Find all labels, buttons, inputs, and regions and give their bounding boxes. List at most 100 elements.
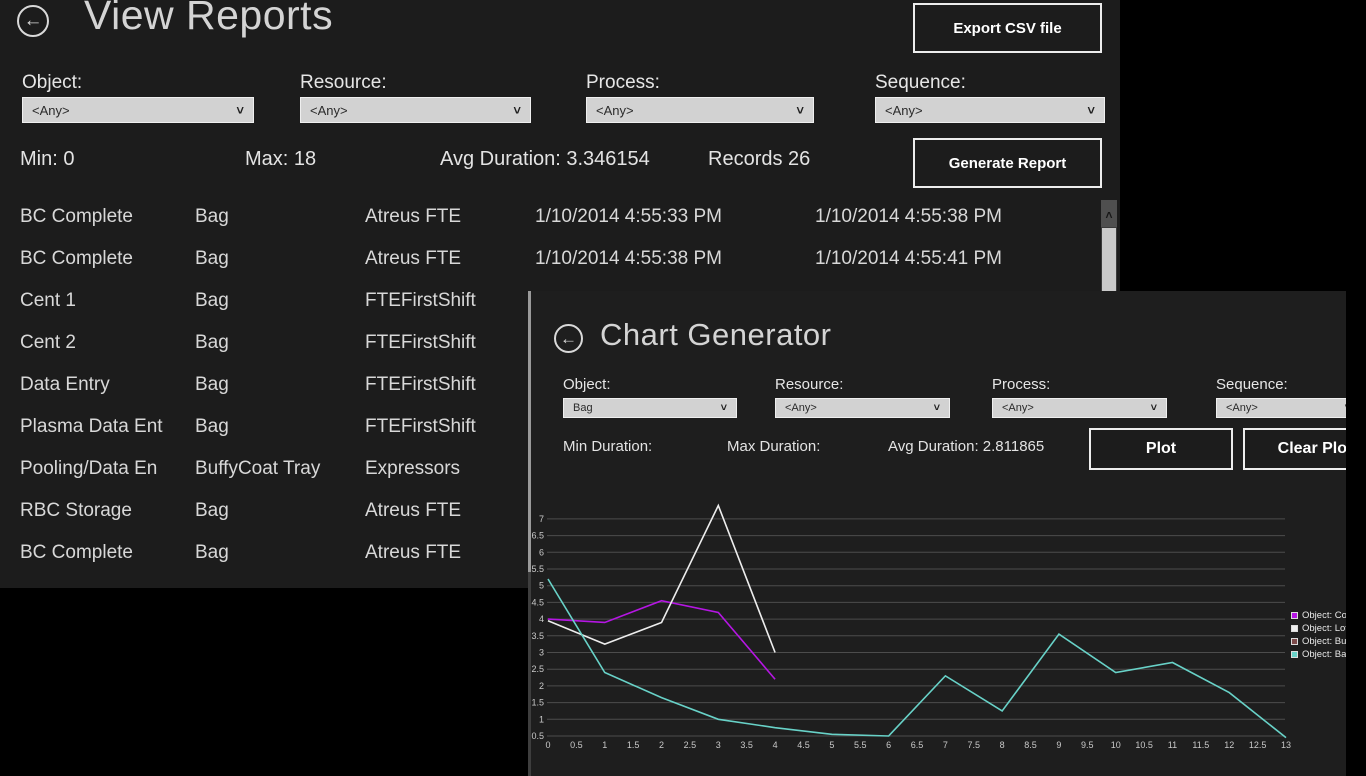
object-filter-value: <Any> [23,103,236,118]
x-axis-tick-label: 6 [886,740,891,750]
table-cell: Atreus FTE [365,500,461,522]
series-line [548,506,775,653]
table-cell: Atreus FTE [365,248,461,270]
x-axis-tick-label: 3 [716,740,721,750]
process-filter-select[interactable]: <Any> ˅ [586,97,814,123]
legend-item: Object: Coole [1291,609,1346,622]
x-axis-tick-label: 10 [1111,740,1121,750]
x-axis-tick-label: 10.5 [1135,740,1153,750]
process-filter-label: Process: [586,72,660,94]
table-cell: 1/10/2014 4:55:38 PM [535,248,722,270]
back-arrow-glyph: ← [24,10,43,32]
table-cell: BC Complete [20,542,133,564]
export-csv-button[interactable]: Export CSV file [913,3,1102,53]
chevron-down-icon: ˅ [796,103,813,118]
resource-filter-value: <Any> [301,103,513,118]
y-axis-tick-label: 5 [539,581,544,591]
x-axis-tick-label: 8.5 [1024,740,1037,750]
y-axis-tick-label: 1.5 [531,698,544,708]
x-axis-tick-label: 4.5 [797,740,810,750]
x-axis-tick-label: 8 [1000,740,1005,750]
sequence-filter-select[interactable]: <Any> ˅ [875,97,1105,123]
legend-swatch-icon [1291,638,1298,645]
table-cell: BC Complete [20,206,133,228]
sequence-filter-label: Sequence: [875,72,966,94]
x-axis-tick-label: 0.5 [570,740,583,750]
table-cell: Bag [195,332,229,354]
x-axis-tick-label: 3.5 [740,740,753,750]
legend-swatch-icon [1291,625,1298,632]
table-cell: Bag [195,500,229,522]
y-axis-tick-label: 2.5 [531,664,544,674]
x-axis-tick-label: 0 [545,740,550,750]
table-cell: Bag [195,542,229,564]
x-axis-tick-label: 7 [943,740,948,750]
table-cell: 1/10/2014 4:55:38 PM [815,206,1002,228]
avg-duration-stat: Avg Duration: 3.346154 [440,148,650,171]
max-stat: Max: 18 [245,148,316,171]
min-stat: Min: 0 [20,148,74,171]
scroll-up-icon[interactable]: ˄ [1101,200,1117,227]
y-axis-tick-label: 2 [539,681,544,691]
object-filter-select[interactable]: <Any> ˅ [22,97,254,123]
table-cell: FTEFirstShift [365,374,476,396]
table-cell: Cent 1 [20,290,76,312]
table-cell: Data Entry [20,374,110,396]
y-axis-tick-label: 7 [539,514,544,524]
table-cell: Bag [195,374,229,396]
resource-filter-select[interactable]: <Any> ˅ [300,97,531,123]
table-cell: Cent 2 [20,332,76,354]
generate-report-button[interactable]: Generate Report [913,138,1102,188]
y-axis-tick-label: 0.5 [531,731,544,741]
x-axis-tick-label: 2.5 [684,740,697,750]
x-axis-tick-label: 13 [1281,740,1291,750]
back-icon[interactable]: ← [17,5,49,37]
table-cell: Plasma Data Ent [20,416,163,438]
legend-item: Object: Lot [1291,622,1346,635]
x-axis-tick-label: 5 [829,740,834,750]
legend-label: Object: Bag [1302,649,1346,660]
y-axis-tick-label: 3 [539,648,544,658]
legend-swatch-icon [1291,651,1298,658]
legend-item: Object: Bag [1291,648,1346,661]
table-cell: 1/10/2014 4:55:33 PM [535,206,722,228]
table-cell: Bag [195,206,229,228]
sequence-filter-value: <Any> [876,103,1087,118]
x-axis-tick-label: 12.5 [1249,740,1267,750]
duration-line-chart: 0.511.522.533.544.555.566.5700.511.522.5… [528,291,1346,776]
x-axis-tick-label: 9.5 [1081,740,1094,750]
y-axis-tick-label: 3.5 [531,631,544,641]
table-row[interactable]: BC CompleteBagAtreus FTE1/10/2014 4:55:3… [0,240,1096,282]
table-cell: FTEFirstShift [365,332,476,354]
table-cell: Pooling/Data En [20,458,157,480]
x-axis-tick-label: 7.5 [968,740,981,750]
table-cell: Bag [195,248,229,270]
y-axis-tick-label: 6 [539,547,544,557]
x-axis-tick-label: 1 [602,740,607,750]
legend-item: Object: BuffyC [1291,635,1346,648]
series-line [548,601,775,679]
chart-generator-window: ← Chart Generator Object: Bag ˅ Resource… [528,291,1346,776]
x-axis-tick-label: 9 [1056,740,1061,750]
legend-swatch-icon [1291,612,1298,619]
page-title: View Reports [84,0,333,39]
object-filter-label: Object: [22,72,82,94]
chevron-down-icon: ˅ [1087,103,1104,118]
chevron-down-icon: ˅ [513,103,530,118]
x-axis-tick-label: 5.5 [854,740,867,750]
x-axis-tick-label: 11.5 [1192,740,1209,750]
process-filter-value: <Any> [587,103,796,118]
y-axis-tick-label: 4.5 [531,597,544,607]
legend-label: Object: Lot [1302,623,1346,634]
x-axis-tick-label: 11 [1168,740,1177,750]
table-cell: Atreus FTE [365,206,461,228]
y-axis-tick-label: 1 [539,714,544,724]
table-cell: BuffyCoat Tray [195,458,320,480]
table-cell: Bag [195,290,229,312]
table-cell: Expressors [365,458,460,480]
resource-filter-label: Resource: [300,72,387,94]
table-cell: 1/10/2014 4:55:41 PM [815,248,1002,270]
table-row[interactable]: BC Complete Bag Atreus FTE 1/10/2014 4:55:3… [0,198,1096,240]
x-axis-tick-label: 1.5 [627,740,640,750]
x-axis-tick-label: 12 [1224,740,1234,750]
